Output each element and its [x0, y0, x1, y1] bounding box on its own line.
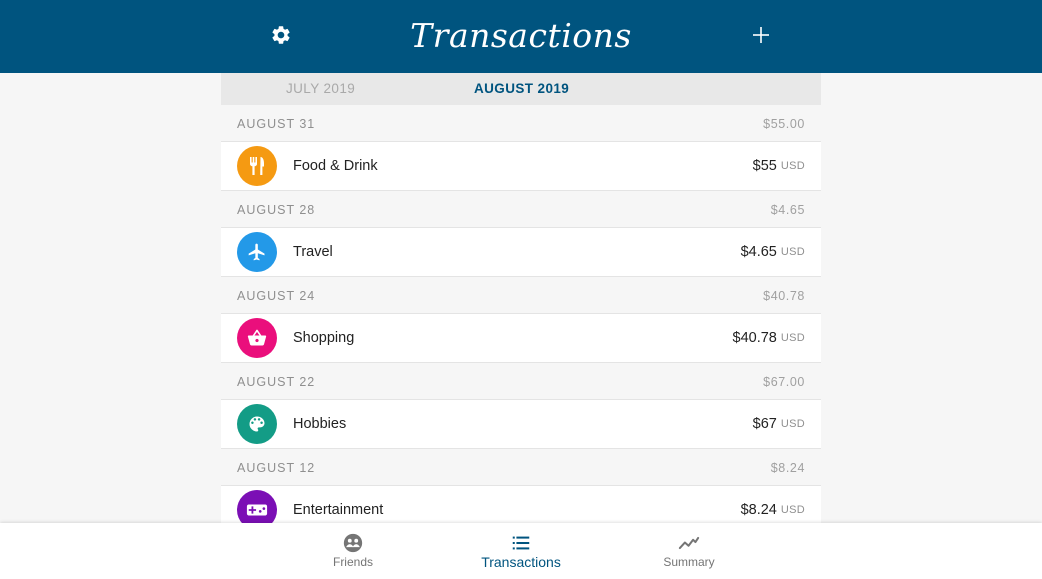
- nav-friends[interactable]: Friends: [293, 523, 413, 579]
- day-total: $55.00: [763, 117, 805, 131]
- transaction-category: Hobbies: [293, 416, 347, 432]
- transaction-row[interactable]: Food & Drink $55 USD: [221, 142, 821, 191]
- airplane-icon: [237, 232, 277, 272]
- app-root: Transactions JULY 2019 AUGUST 2019 AUGUS…: [0, 0, 1042, 579]
- transaction-amount: $8.24: [740, 502, 777, 518]
- transaction-amount: $67: [752, 416, 777, 432]
- transaction-currency: USD: [780, 332, 805, 344]
- day-date: AUGUST 22: [237, 375, 316, 389]
- palette-icon: [237, 404, 277, 444]
- tab-previous-month[interactable]: JULY 2019: [286, 73, 355, 105]
- day-header: AUGUST 22 $67.00: [221, 363, 821, 400]
- day-header: AUGUST 12 $8.24: [221, 449, 821, 486]
- transaction-category: Shopping: [293, 330, 355, 346]
- day-date: AUGUST 24: [237, 289, 316, 303]
- add-transaction-button[interactable]: [746, 22, 776, 52]
- day-header: AUGUST 31 $55.00: [221, 105, 821, 142]
- bottom-navigation: Friends Transactions Summary: [0, 523, 1042, 579]
- day-date: AUGUST 31: [237, 117, 316, 131]
- day-header: AUGUST 28 $4.65: [221, 191, 821, 228]
- top-app-bar: Transactions: [0, 0, 1042, 73]
- transaction-amount: $40.78: [732, 330, 777, 346]
- nav-label: Summary: [663, 555, 715, 569]
- transaction-currency: USD: [780, 504, 805, 516]
- nav-label: Transactions: [481, 554, 561, 570]
- plus-icon: [752, 26, 770, 49]
- day-date: AUGUST 28: [237, 203, 316, 217]
- month-tabs: JULY 2019 AUGUST 2019: [221, 73, 821, 105]
- nav-label: Friends: [332, 555, 373, 569]
- nav-summary[interactable]: Summary: [629, 523, 749, 579]
- transaction-category: Travel: [293, 244, 333, 260]
- day-date: AUGUST 12: [237, 461, 316, 475]
- transaction-amount: $4.65: [740, 244, 777, 260]
- basket-icon: [237, 318, 277, 358]
- transaction-category: Entertainment: [293, 502, 384, 518]
- transaction-amount: $55: [752, 158, 777, 174]
- tab-current-month[interactable]: AUGUST 2019: [474, 73, 569, 105]
- transaction-list: AUGUST 31 $55.00 Food & Drink $55 USD AU…: [221, 105, 821, 535]
- fork-knife-icon: [237, 146, 277, 186]
- day-total: $67.00: [763, 375, 805, 389]
- transaction-currency: USD: [780, 418, 805, 430]
- transaction-currency: USD: [780, 160, 805, 172]
- nav-transactions[interactable]: Transactions: [461, 523, 581, 579]
- day-total: $40.78: [763, 289, 805, 303]
- page-title: Transactions: [410, 16, 632, 55]
- day-total: $4.65: [770, 203, 805, 217]
- transaction-row[interactable]: Travel $4.65 USD: [221, 228, 821, 277]
- transaction-row[interactable]: Hobbies $67 USD: [221, 400, 821, 449]
- transaction-currency: USD: [780, 246, 805, 258]
- transaction-row[interactable]: Shopping $40.78 USD: [221, 314, 821, 363]
- transaction-category: Food & Drink: [293, 158, 378, 174]
- day-total: $8.24: [770, 461, 805, 475]
- day-header: AUGUST 24 $40.78: [221, 277, 821, 314]
